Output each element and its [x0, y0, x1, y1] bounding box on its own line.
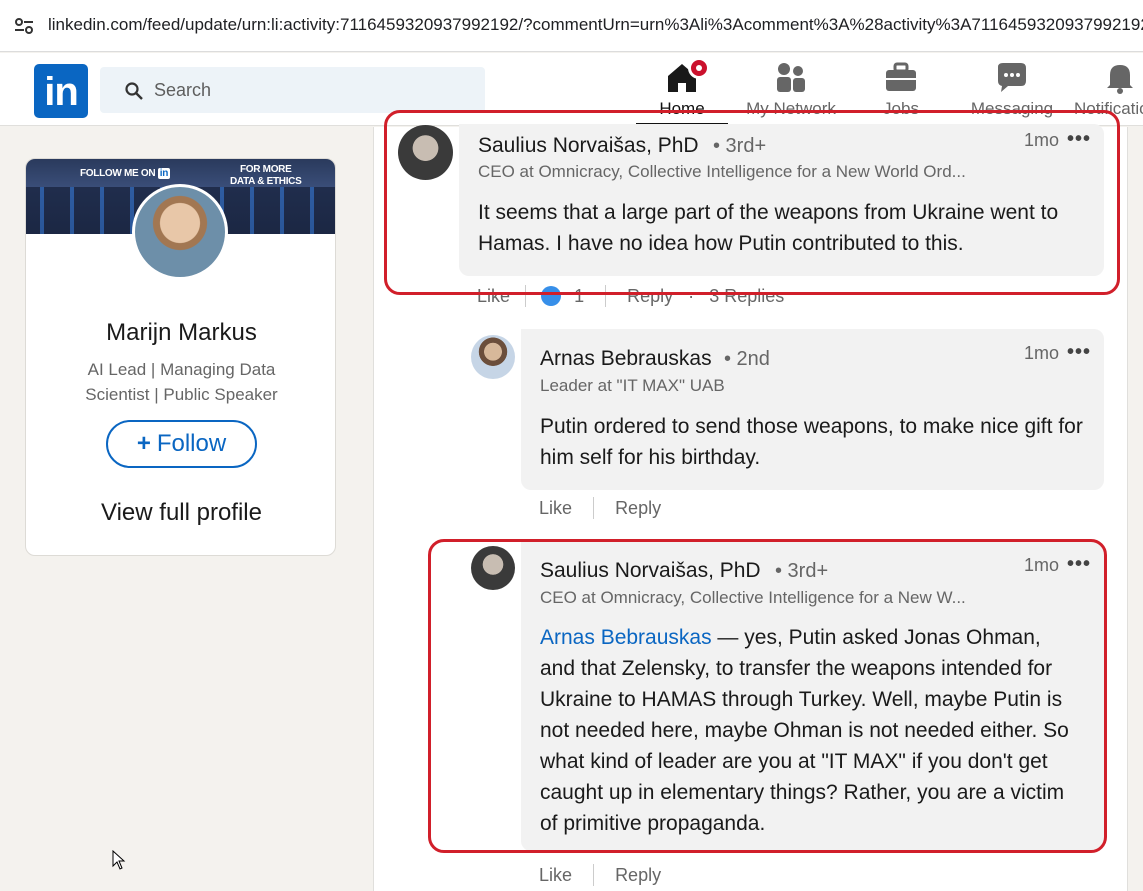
profile-card: FOLLOW ME ON in FOR MORE DATA & ETHICS Ma…: [25, 158, 336, 556]
reply-button[interactable]: Reply: [627, 286, 673, 307]
banner-text-left: FOLLOW ME ON in: [80, 168, 171, 179]
connection-degree: • 3rd+: [775, 560, 829, 582]
comment-time: 1mo: [1024, 343, 1060, 363]
comment-bubble: Saulius Norvaišas, PhD • 3rd+ 1mo ••• CE…: [521, 541, 1104, 851]
more-options-icon[interactable]: •••: [1067, 341, 1091, 364]
nav-jobs[interactable]: Jobs: [855, 59, 947, 125]
comment-time: 1mo: [1024, 555, 1060, 575]
browser-address-bar[interactable]: linkedin.com/feed/update/urn:li:activity…: [0, 0, 1143, 52]
separator: [593, 497, 595, 520]
more-options-icon[interactable]: •••: [1067, 128, 1091, 151]
dot-separator: ·: [688, 285, 695, 306]
comment-text: Arnas Bebrauskas — yes, Putin asked Jona…: [540, 622, 1080, 839]
nav-label: Messaging: [970, 99, 1054, 118]
like-reaction-icon: [541, 286, 562, 307]
comment-time: 1mo: [1024, 130, 1060, 150]
comment-text: It seems that a large part of the weapon…: [478, 201, 1059, 255]
reply-button[interactable]: Reply: [615, 865, 661, 886]
comment-author[interactable]: Arnas Bebrauskas: [540, 347, 712, 371]
plus-icon: +: [136, 430, 151, 457]
commenter-avatar[interactable]: [471, 335, 515, 379]
like-button[interactable]: Like: [539, 865, 572, 886]
separator: [605, 285, 607, 308]
profile-tagline: AI Lead | Managing Data Scientist | Publ…: [85, 360, 278, 404]
mention-link[interactable]: Arnas Bebrauskas: [540, 626, 712, 649]
comment-bubble: Arnas Bebrauskas • 2nd 1mo ••• Leader at…: [521, 329, 1104, 490]
nav-label: Home: [659, 99, 705, 118]
nav-label: Notifications: [1074, 99, 1143, 118]
follow-button[interactable]: + Follow: [106, 420, 257, 468]
separator: [525, 285, 527, 308]
view-full-profile-link[interactable]: View full profile: [26, 499, 335, 527]
replies-link[interactable]: 3 Replies: [709, 286, 784, 307]
comment-author[interactable]: Saulius Norvaišas, PhD: [540, 559, 761, 583]
like-button[interactable]: Like: [539, 498, 572, 519]
notification-badge: [688, 57, 710, 79]
nav-label: My Network: [746, 99, 836, 118]
comment-author[interactable]: Saulius Norvaišas, PhD: [478, 134, 699, 158]
profile-avatar[interactable]: [132, 184, 228, 280]
commenter-avatar[interactable]: [398, 125, 453, 180]
more-options-icon[interactable]: •••: [1067, 553, 1091, 576]
banner-linkedin-logo: in: [157, 168, 171, 179]
separator: [593, 864, 595, 887]
search-icon: [125, 82, 143, 100]
search-box[interactable]: [100, 67, 485, 113]
url-text[interactable]: linkedin.com/feed/update/urn:li:activity…: [48, 15, 1143, 35]
nav-my-network[interactable]: My Network: [745, 59, 837, 125]
nav-notifications[interactable]: Notifications: [1074, 59, 1143, 125]
comment-body: — yes, Putin asked Jonas Ohman, and that…: [540, 626, 1069, 835]
nav-label: Jobs: [883, 99, 919, 118]
profile-name[interactable]: Marijn Markus: [26, 319, 335, 347]
comments-feed: Saulius Norvaišas, PhD • 3rd+ 1mo ••• CE…: [373, 124, 1128, 891]
reaction-count[interactable]: 1: [574, 286, 584, 307]
chat-icon: [998, 63, 1026, 92]
commenter-avatar[interactable]: [471, 546, 515, 590]
reply-button[interactable]: Reply: [615, 498, 661, 519]
comment-actions: Like 1 Reply · 3 Replies: [477, 285, 784, 308]
comment-actions: Like Reply: [539, 864, 661, 887]
banner-text-right: FOR MORE DATA & ETHICS: [230, 164, 302, 187]
nav-messaging[interactable]: Messaging: [966, 59, 1058, 125]
comment-bubble: Saulius Norvaišas, PhD • 3rd+ 1mo ••• CE…: [459, 124, 1104, 276]
bell-icon: [1107, 65, 1133, 94]
search-input[interactable]: [154, 76, 464, 104]
comment-actions: Like Reply: [539, 497, 661, 520]
comment-text: Putin ordered to send those weapons, to …: [540, 415, 1083, 469]
comment-headline: Leader at "IT MAX" UAB: [540, 376, 725, 395]
network-icon: [777, 63, 805, 92]
mouse-cursor-icon: [112, 850, 126, 870]
comment-headline: CEO at Omnicracy, Collective Intelligenc…: [540, 588, 966, 607]
linkedin-logo[interactable]: in: [34, 64, 88, 118]
nav-home[interactable]: Home: [636, 57, 728, 125]
connection-degree: • 2nd: [724, 348, 770, 370]
connection-degree: • 3rd+: [713, 135, 767, 157]
like-button[interactable]: Like: [477, 286, 510, 307]
linkedin-header: in Home My Network Jobs Me: [0, 53, 1143, 126]
site-settings-icon[interactable]: [14, 16, 34, 36]
briefcase-icon: [886, 62, 916, 91]
comment-headline: CEO at Omnicracy, Collective Intelligenc…: [478, 162, 966, 181]
